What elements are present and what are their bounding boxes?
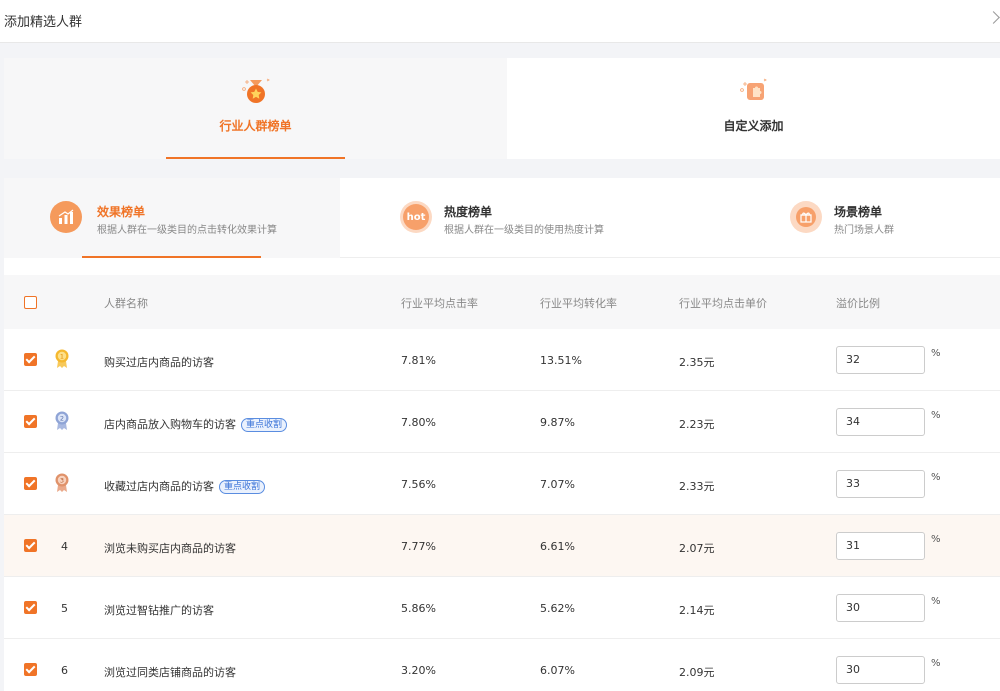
- tab-custom-add[interactable]: 自定义添加: [507, 58, 1000, 159]
- table-row: 6 浏览过同类店铺商品的访客 3.20% 6.07% 2.09元 30 %: [4, 639, 1000, 691]
- active-tab-indicator: [82, 256, 261, 258]
- dialog-header: 添加精选人群: [0, 0, 1000, 43]
- ratio-input[interactable]: 33: [836, 470, 925, 498]
- row-cvr: 7.07%: [540, 478, 575, 491]
- column-header-ratio: 溢价比例: [836, 297, 880, 310]
- column-header-ctr: 行业平均点击率: [401, 297, 478, 310]
- row-ctr: 7.77%: [401, 540, 436, 553]
- ratio-unit: %: [931, 658, 941, 669]
- ranking-tabs: 效果榜单 根据人群在一级类目的点击转化效果计算 hot 热度榜单 根据人群在一级…: [4, 178, 1000, 258]
- tab-custom-add-label: 自定义添加: [723, 119, 784, 133]
- tab-effect-ranking[interactable]: 效果榜单 根据人群在一级类目的点击转化效果计算: [4, 178, 340, 258]
- row-checkbox[interactable]: [24, 663, 37, 676]
- row-audience-name: 浏览过同类店铺商品的访客: [104, 666, 236, 679]
- table-row: 5 浏览过智钻推广的访客 5.86% 5.62% 2.14元 30 %: [4, 577, 1000, 639]
- row-audience-name: 浏览未购买店内商品的访客: [104, 542, 236, 555]
- table-header: 人群名称 行业平均点击率 行业平均转化率 行业平均点击单价 溢价比例: [4, 275, 1000, 329]
- row-cpc: 2.09元: [679, 666, 715, 679]
- row-cvr: 6.07%: [540, 664, 575, 677]
- select-all-checkbox[interactable]: [24, 296, 37, 309]
- silver-medal-icon: 2: [55, 411, 69, 430]
- column-header-name: 人群名称: [104, 297, 148, 310]
- gold-medal-icon: 1: [55, 349, 69, 368]
- category-tabs: 行业人群榜单 自定义添加: [4, 58, 1000, 159]
- svg-text:2: 2: [60, 415, 64, 423]
- scene-ranking-title: 场景榜单: [834, 205, 883, 219]
- hot-icon: hot: [400, 201, 432, 233]
- column-header-cpc: 行业平均点击单价: [679, 297, 767, 310]
- ratio-unit: %: [931, 472, 941, 483]
- table-row: 2 店内商品放入购物车的访客 重点收割 7.80% 9.87% 2.23元 34 …: [4, 391, 1000, 453]
- svg-text:3: 3: [60, 477, 64, 485]
- row-audience-name: 浏览过智钻推广的访客: [104, 604, 214, 617]
- row-cpc: 2.23元: [679, 418, 715, 431]
- ranking-panel: 效果榜单 根据人群在一级类目的点击转化效果计算 hot 热度榜单 根据人群在一级…: [4, 178, 1000, 691]
- row-checkbox[interactable]: [24, 477, 37, 490]
- ratio-unit: %: [931, 348, 941, 359]
- row-checkbox[interactable]: [24, 415, 37, 428]
- table-row: 1 购买过店内商品的访客 7.81% 13.51% 2.35元 32 %: [4, 329, 1000, 391]
- row-cpc: 2.14元: [679, 604, 715, 617]
- priority-tag: 重点收割: [241, 418, 288, 432]
- bar-chart-icon: [50, 201, 82, 233]
- gift-icon: [790, 201, 822, 233]
- hot-ranking-subtitle: 根据人群在一级类目的使用热度计算: [444, 225, 604, 236]
- row-cvr: 9.87%: [540, 416, 575, 429]
- medal-icon: [241, 78, 270, 103]
- tab-industry-ranking-label: 行业人群榜单: [219, 119, 292, 133]
- column-header-cvr: 行业平均转化率: [540, 297, 617, 310]
- bronze-medal-icon: 3: [55, 473, 69, 492]
- row-cvr: 5.62%: [540, 602, 575, 615]
- row-cvr: 6.61%: [540, 540, 575, 553]
- ratio-input[interactable]: 32: [836, 346, 925, 374]
- row-cvr: 13.51%: [540, 354, 582, 367]
- ratio-unit: %: [931, 534, 941, 545]
- dialog-title: 添加精选人群: [4, 15, 83, 30]
- ratio-input[interactable]: 30: [836, 594, 925, 622]
- svg-text:1: 1: [60, 353, 64, 361]
- row-checkbox[interactable]: [24, 539, 37, 552]
- ratio-unit: %: [931, 410, 941, 421]
- row-cpc: 2.35元: [679, 356, 715, 369]
- row-cpc: 2.33元: [679, 480, 715, 493]
- row-ctr: 7.80%: [401, 416, 436, 429]
- row-ctr: 5.86%: [401, 602, 436, 615]
- ratio-input[interactable]: 31: [836, 532, 925, 560]
- ratio-unit: %: [931, 596, 941, 607]
- row-audience-name: 店内商品放入购物车的访客 重点收割: [104, 416, 288, 432]
- row-ctr: 7.81%: [401, 354, 436, 367]
- row-audience-name: 购买过店内商品的访客: [104, 356, 214, 369]
- row-rank: 4: [61, 540, 68, 553]
- ratio-input[interactable]: 34: [836, 408, 925, 436]
- effect-ranking-title: 效果榜单: [97, 205, 146, 219]
- effect-ranking-subtitle: 根据人群在一级类目的点击转化效果计算: [97, 225, 277, 236]
- row-checkbox[interactable]: [24, 601, 37, 614]
- priority-tag: 重点收割: [219, 480, 266, 494]
- puzzle-icon: [739, 78, 767, 100]
- row-checkbox[interactable]: [24, 353, 37, 366]
- row-ctr: 7.56%: [401, 478, 436, 491]
- table-row: 3 收藏过店内商品的访客 重点收割 7.56% 7.07% 2.33元 33 %: [4, 453, 1000, 515]
- chevron-right-icon[interactable]: [987, 11, 1000, 24]
- row-ctr: 3.20%: [401, 664, 436, 677]
- row-cpc: 2.07元: [679, 542, 715, 555]
- table-row: 4 浏览未购买店内商品的访客 7.77% 6.61% 2.07元 31 %: [4, 515, 1000, 577]
- ratio-input[interactable]: 30: [836, 656, 925, 684]
- tab-scene-ranking[interactable]: 场景榜单 热门场景人群: [686, 178, 1000, 258]
- row-audience-name: 收藏过店内商品的访客 重点收割: [104, 478, 266, 494]
- hot-ranking-title: 热度榜单: [444, 205, 493, 219]
- tab-industry-ranking[interactable]: 行业人群榜单: [4, 58, 507, 159]
- scene-ranking-subtitle: 热门场景人群: [834, 225, 894, 236]
- active-tab-indicator: [166, 157, 345, 159]
- row-rank: 5: [61, 602, 68, 615]
- row-rank: 6: [61, 664, 68, 677]
- tab-hot-ranking[interactable]: hot 热度榜单 根据人群在一级类目的使用热度计算: [340, 178, 686, 258]
